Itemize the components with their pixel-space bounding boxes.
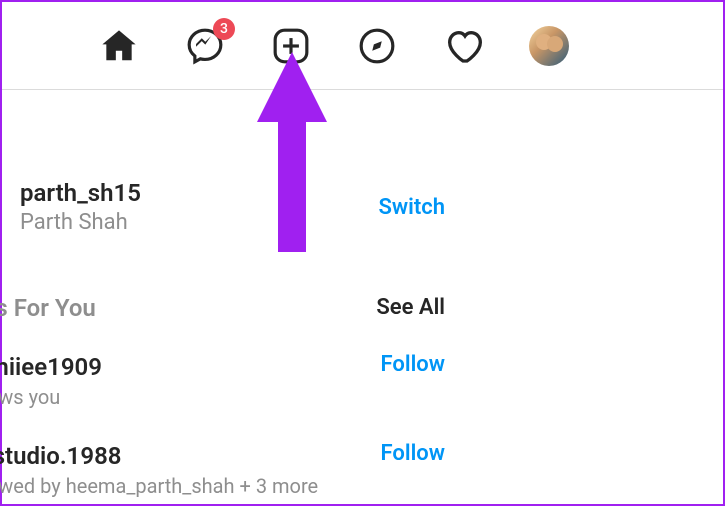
activity-heart-icon[interactable]: [441, 24, 485, 68]
current-user-row: parth_sh15 Parth Shah Switch: [2, 178, 723, 238]
messenger-icon[interactable]: 3: [183, 24, 227, 68]
sidebar-content: parth_sh15 Parth Shah Switch ns For You …: [2, 178, 723, 500]
suggestion-username[interactable]: nniiee1909: [0, 352, 102, 383]
suggestion-row: _studio.1988 lowed by heema_parth_shah +…: [2, 441, 723, 500]
top-navigation: 3: [2, 2, 723, 90]
suggestion-subtext: lows you: [0, 383, 102, 411]
explore-icon[interactable]: [355, 24, 399, 68]
see-all-link[interactable]: See All: [376, 295, 445, 320]
suggestion-subtext: lowed by heema_parth_shah + 3 more: [0, 472, 318, 500]
suggestions-title: ns For You: [0, 294, 96, 322]
follow-button[interactable]: Follow: [381, 441, 445, 466]
follow-button[interactable]: Follow: [381, 352, 445, 377]
current-fullname: Parth Shah: [20, 209, 141, 238]
new-post-icon[interactable]: [269, 24, 313, 68]
suggestions-header: ns For You See All: [2, 294, 723, 322]
home-icon[interactable]: [97, 24, 141, 68]
messages-badge: 3: [213, 18, 235, 40]
profile-avatar[interactable]: [527, 24, 571, 68]
current-username[interactable]: parth_sh15: [20, 178, 141, 209]
switch-account-link[interactable]: Switch: [378, 195, 723, 220]
suggestion-row: nniiee1909 lows you Follow: [2, 352, 723, 411]
suggestion-username[interactable]: _studio.1988: [0, 441, 318, 472]
